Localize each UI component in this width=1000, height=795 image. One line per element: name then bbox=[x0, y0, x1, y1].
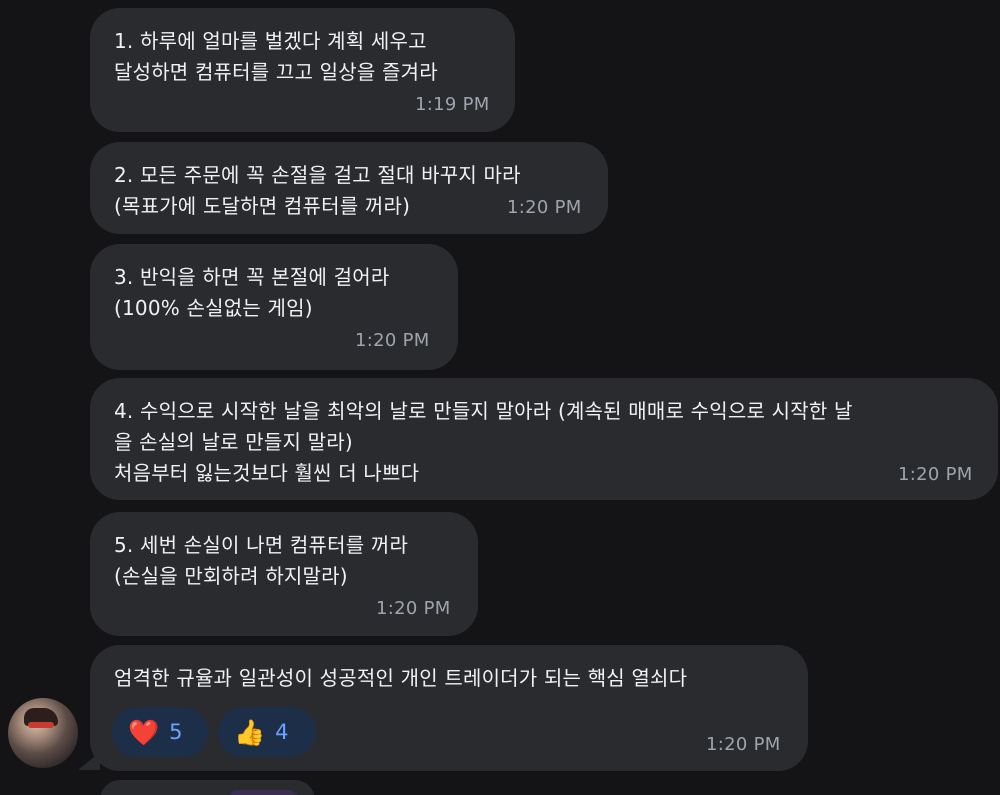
message-time: 1:19 PM bbox=[415, 94, 490, 115]
reaction-heart[interactable]: ❤️ 5 bbox=[112, 707, 208, 757]
message-time: 1:20 PM bbox=[355, 330, 430, 351]
message-text: 3. 반익을 하면 꼭 본절에 걸어라 (100% 손실없는 게임) bbox=[114, 265, 390, 320]
thumbs-up-icon: 👍 bbox=[234, 717, 266, 747]
message-text: 4. 수익으로 시작한 날을 최악의 날로 만들지 말아라 (계속된 매매로 수… bbox=[114, 399, 853, 485]
message-time: 1:20 PM bbox=[507, 197, 582, 218]
bubble-tail bbox=[78, 752, 100, 770]
message-text: 엄격한 규율과 일관성이 성공적인 개인 트레이더가 되는 핵심 열쇠다 bbox=[114, 666, 688, 690]
reaction-thumbs-up[interactable]: 👍 4 bbox=[218, 707, 316, 757]
message-bubble[interactable]: 2. 모든 주문에 꼭 손절을 걸고 절대 바꾸지 마라 (목표가에 도달하면 … bbox=[90, 142, 608, 234]
message-bubble[interactable]: 3. 반익을 하면 꼭 본절에 걸어라 (100% 손실없는 게임) 1:20 … bbox=[90, 244, 458, 370]
reaction-count: 5 bbox=[169, 720, 183, 744]
message-bubble[interactable]: 5. 세번 손실이 나면 컴퓨터를 꺼라 (손실을 만회하려 하지말라) 1:2… bbox=[90, 512, 478, 636]
message-time: 1:20 PM bbox=[376, 598, 451, 619]
message-bubble[interactable]: 엄격한 규율과 일관성이 성공적인 개인 트레이더가 되는 핵심 열쇠다 ❤️ … bbox=[90, 645, 808, 771]
message-time: 1:20 PM bbox=[898, 464, 973, 485]
next-message-attachment bbox=[228, 790, 298, 795]
message-time: 1:20 PM bbox=[706, 734, 781, 755]
avatar[interactable] bbox=[8, 698, 78, 768]
message-text: 1. 하루에 얼마를 벌겠다 계획 세우고 달성하면 컴퓨터를 끄고 일상을 즐… bbox=[114, 29, 438, 84]
message-bubble[interactable]: 4. 수익으로 시작한 날을 최악의 날로 만들지 말아라 (계속된 매매로 수… bbox=[90, 378, 998, 500]
message-text: 5. 세번 손실이 나면 컴퓨터를 꺼라 (손실을 만회하려 하지말라) bbox=[114, 533, 409, 588]
heart-icon: ❤️ bbox=[128, 717, 160, 747]
message-bubble[interactable]: 1. 하루에 얼마를 벌겠다 계획 세우고 달성하면 컴퓨터를 끄고 일상을 즐… bbox=[90, 8, 515, 132]
reaction-count: 4 bbox=[275, 720, 289, 744]
chat-thread: 1. 하루에 얼마를 벌겠다 계획 세우고 달성하면 컴퓨터를 끄고 일상을 즐… bbox=[0, 0, 1000, 795]
